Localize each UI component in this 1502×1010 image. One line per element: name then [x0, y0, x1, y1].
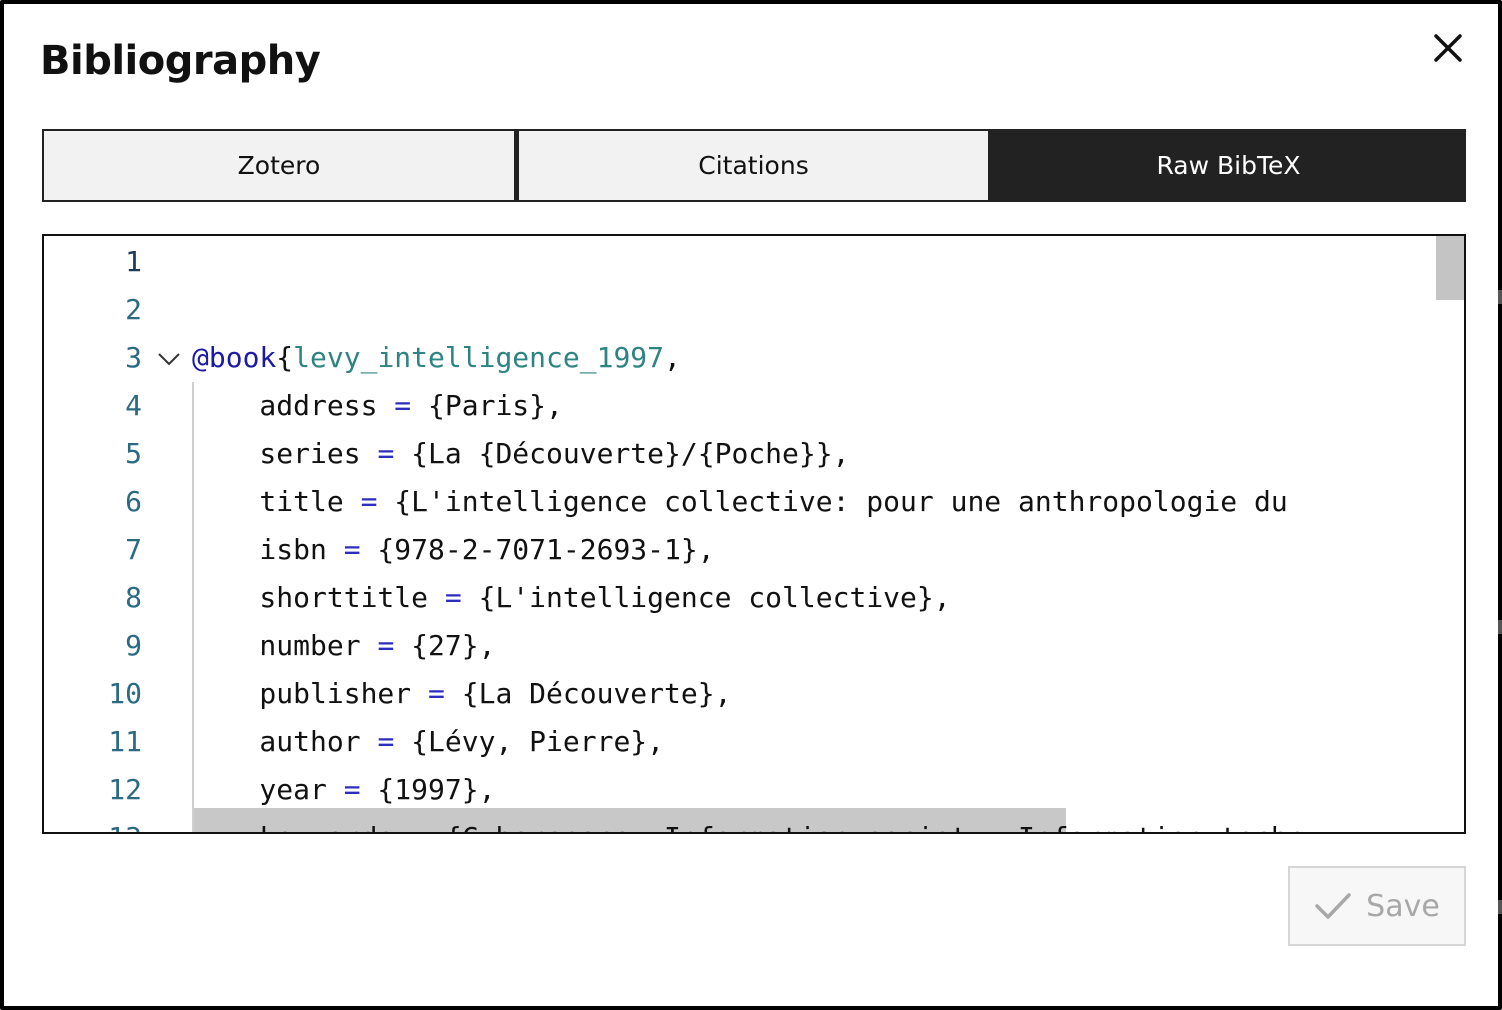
tab-zotero[interactable]: Zotero	[42, 129, 516, 202]
code-token: levy_intelligence_1997	[293, 341, 665, 374]
code-token: shorttitle	[192, 581, 445, 614]
line-number: 7	[125, 533, 142, 566]
close-icon	[1434, 34, 1462, 62]
code-line[interactable]: 11 author = {Lévy, Pierre},	[44, 718, 1436, 766]
code-token: =	[411, 821, 428, 832]
code-token: =	[343, 773, 361, 806]
line-number: 8	[125, 581, 142, 614]
code-line[interactable]: 5 series = {La {Découverte}/{Poche}},	[44, 430, 1436, 478]
code-text: publisher = {La Découverte},	[192, 670, 731, 718]
line-number: 10	[108, 677, 142, 710]
code-token: =	[377, 629, 395, 662]
code-token: year	[192, 773, 344, 806]
code-token: @book	[192, 341, 277, 374]
code-token: ,	[664, 341, 681, 374]
code-token: =	[377, 437, 395, 470]
code-token: number	[192, 629, 378, 662]
code-token: =	[428, 677, 445, 710]
code-token: {La Découverte},	[444, 677, 732, 710]
code-token: {L'intelligence collective: pour une ant…	[377, 485, 1288, 518]
line-number: 13	[44, 814, 142, 832]
code-token: {L'intelligence collective},	[461, 581, 951, 614]
code-line[interactable]: 9 number = {27},	[44, 622, 1436, 670]
code-line[interactable]: 6 title = {L'intelligence collective: po…	[44, 478, 1436, 526]
code-line[interactable]: 10 publisher = {La Découverte},	[44, 670, 1436, 718]
code-token: =	[444, 581, 462, 614]
code-token: {27},	[394, 629, 496, 662]
line-number: 6	[125, 485, 142, 518]
tab-bar: Zotero Citations Raw BibTeX	[42, 129, 1466, 202]
code-token: {978-2-7071-2693-1},	[360, 533, 715, 566]
code-text: title = {L'intelligence collective: pour…	[192, 478, 1288, 526]
code-line[interactable]: 2	[44, 286, 1436, 334]
code-token: keywords	[192, 821, 411, 832]
edge-marker	[1498, 290, 1502, 304]
tab-citations[interactable]: Citations	[516, 129, 990, 202]
line-number: 5	[125, 437, 142, 470]
line-number: 1	[125, 245, 142, 278]
code-token: =	[377, 725, 395, 758]
code-text: number = {27},	[192, 622, 495, 670]
code-token: {1997},	[360, 773, 496, 806]
bibliography-dialog: Bibliography Zotero Citations Raw BibTeX…	[0, 0, 1502, 1010]
code-token: =	[343, 533, 361, 566]
fold-chevron-down-icon[interactable]	[156, 334, 184, 382]
code-text: address = {Paris},	[192, 382, 563, 430]
line-number: 2	[125, 293, 142, 326]
code-line[interactable]: 8 shorttitle = {L'intelligence collectiv…	[44, 574, 1436, 622]
code-token: {Lévy, Pierre},	[394, 725, 665, 758]
save-button-label: Save	[1366, 888, 1440, 924]
edge-marker	[1498, 900, 1502, 914]
code-token: isbn	[192, 533, 344, 566]
code-token: publisher	[192, 677, 429, 710]
code-token: series	[192, 437, 378, 470]
vertical-scrollbar-thumb[interactable]	[1436, 236, 1464, 300]
edge-marker	[1498, 620, 1502, 634]
code-text: year = {1997},	[192, 766, 495, 814]
save-button[interactable]: Save	[1288, 866, 1466, 946]
code-token: address	[192, 389, 395, 422]
check-icon	[1315, 893, 1351, 919]
code-token: title	[192, 485, 361, 518]
code-text: series = {La {Découverte}/{Poche}},	[192, 430, 849, 478]
code-text: keywords = {Cyberspace, Information soci…	[192, 814, 1305, 832]
code-token: {Cyberspace, Information society, Inform…	[428, 821, 1305, 832]
code-line[interactable]: 4 address = {Paris},	[44, 382, 1436, 430]
code-token: {Paris},	[411, 389, 563, 422]
code-token: =	[360, 485, 378, 518]
line-number: 3	[125, 341, 142, 374]
code-line[interactable]: 13 keywords = {Cyberspace, Information s…	[44, 814, 1436, 832]
code-line[interactable]: 7 isbn = {978-2-7071-2693-1},	[44, 526, 1436, 574]
code-line[interactable]: 12 year = {1997},	[44, 766, 1436, 814]
code-line[interactable]: 1	[44, 238, 1436, 286]
code-text: shorttitle = {L'intelligence collective}…	[192, 574, 951, 622]
dialog-title: Bibliography	[40, 38, 321, 84]
line-number: 12	[108, 773, 142, 806]
code-lines: 1 2 3 @book{levy_intelligence_1997, 4 addres…	[44, 238, 1436, 832]
code-text: isbn = {978-2-7071-2693-1},	[192, 526, 715, 574]
code-text: @book{levy_intelligence_1997,	[192, 334, 681, 382]
code-token: {La {Découverte}/{Poche}},	[394, 437, 850, 470]
code-token: {	[276, 341, 294, 374]
code-token: author	[192, 725, 378, 758]
line-number: 9	[125, 629, 142, 662]
line-number: 4	[125, 389, 142, 422]
close-button[interactable]	[1426, 26, 1470, 70]
tab-raw-bibtex[interactable]: Raw BibTeX	[990, 129, 1466, 202]
line-number: 11	[108, 725, 142, 758]
code-text: author = {Lévy, Pierre},	[192, 718, 664, 766]
code-line[interactable]: 3 @book{levy_intelligence_1997,	[44, 334, 1436, 382]
bibtex-code-editor[interactable]: 1 2 3 @book{levy_intelligence_1997, 4 addres…	[42, 234, 1466, 834]
code-token: =	[394, 389, 412, 422]
